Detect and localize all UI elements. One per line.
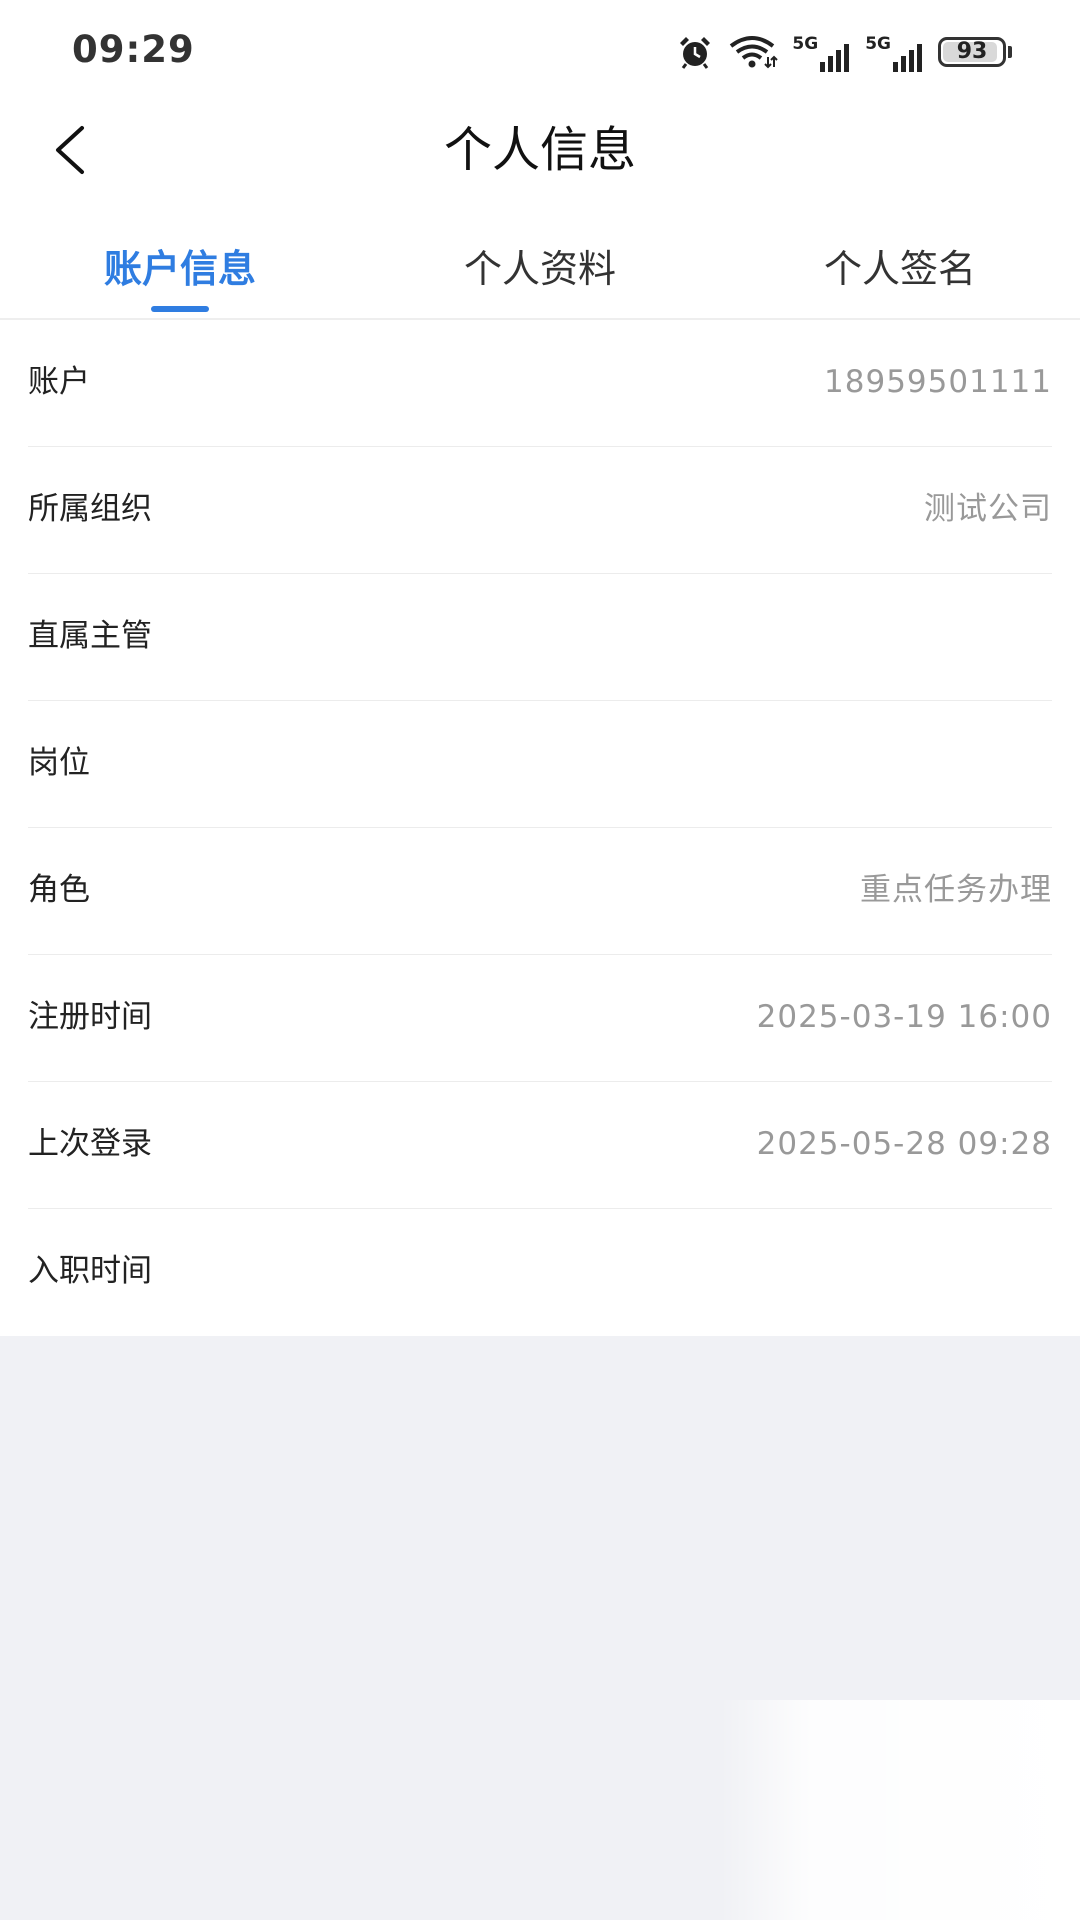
network-type-label: 5G (792, 34, 819, 54)
info-label: 岗位 (28, 745, 90, 781)
info-row-supervisor: 直属主管 (28, 574, 1052, 701)
tab-label: 账户信息 (103, 247, 256, 291)
info-label: 角色 (28, 872, 90, 908)
info-label: 注册时间 (28, 999, 152, 1035)
info-value: 重点任务办理 (860, 872, 1052, 908)
info-row-position: 岗位 (28, 701, 1052, 828)
info-row-organization: 所属组织 测试公司 (28, 447, 1052, 574)
tab-label: 个人资料 (463, 247, 616, 291)
tab-label: 个人签名 (823, 247, 976, 291)
info-label: 账户 (28, 364, 90, 400)
nav-bar: 个人信息 (0, 100, 1080, 200)
info-value: 测试公司 (924, 491, 1052, 527)
status-icons: 5G 5G 93 (676, 30, 1012, 74)
account-info-list: 账户 18959501111 所属组织 测试公司 直属主管 岗位 角色 重点任务… (0, 320, 1080, 1336)
info-label: 直属主管 (28, 618, 152, 654)
signal-5g-1: 5G (792, 32, 851, 72)
info-label: 上次登录 (28, 1126, 152, 1162)
tab-bar: 账户信息 个人资料 个人签名 (0, 200, 1080, 320)
info-label: 入职时间 (28, 1253, 152, 1289)
battery-tip (1008, 46, 1012, 58)
info-row-account: 账户 18959501111 (28, 320, 1052, 447)
alarm-icon (676, 35, 714, 69)
battery-indicator: 93 (938, 37, 1012, 67)
tab-active-indicator (151, 306, 209, 312)
info-value: 2025-05-28 09:28 (756, 1126, 1052, 1162)
battery-level: 93 (956, 39, 988, 64)
status-bar: 09:29 5G 5G 93 (0, 0, 1080, 100)
info-row-last-login: 上次登录 2025-05-28 09:28 (28, 1082, 1052, 1209)
signal-bars-icon (893, 44, 922, 72)
wifi-icon (728, 35, 779, 69)
battery-icon: 93 (938, 37, 1006, 67)
page-title: 个人信息 (443, 122, 636, 178)
tab-personal-signature[interactable]: 个人签名 (720, 200, 1080, 318)
screen-glare (720, 1700, 1080, 1920)
info-value: 2025-03-19 16:00 (756, 999, 1052, 1035)
info-label: 所属组织 (28, 491, 152, 527)
info-row-hire-date: 入职时间 (28, 1209, 1052, 1336)
tab-personal-profile[interactable]: 个人资料 (360, 200, 720, 318)
info-row-registration-time: 注册时间 2025-03-19 16:00 (28, 955, 1052, 1082)
tab-account-info[interactable]: 账户信息 (0, 200, 360, 318)
signal-bars-icon (820, 44, 850, 72)
screen: 09:29 5G 5G 93 个人信息 账户信息 个人资料 个人签名 账户 18… (0, 0, 1080, 1920)
info-value: 18959501111 (824, 364, 1052, 400)
info-row-role: 角色 重点任务办理 (28, 828, 1052, 955)
network-type-label: 5G (865, 34, 891, 54)
status-time: 09:29 (72, 28, 195, 71)
signal-5g-2: 5G (865, 32, 924, 72)
